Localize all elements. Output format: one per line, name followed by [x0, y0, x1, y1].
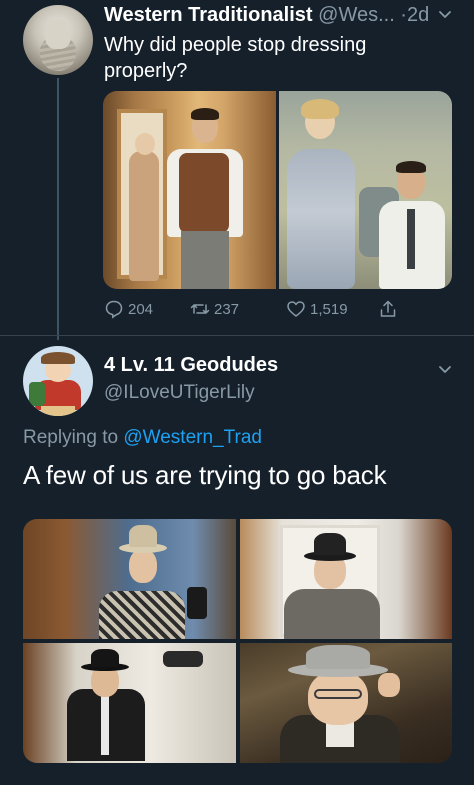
tweet-text: Why did people stop dressing properly? [104, 34, 367, 82]
man-tie [407, 209, 415, 269]
display-name[interactable]: Western Traditionalist [104, 4, 313, 26]
replying-to: Replying to @Western_Trad [23, 427, 262, 449]
mention-link[interactable]: @Western_Trad [123, 427, 262, 448]
reply-button[interactable]: 204 [104, 296, 153, 322]
share-button[interactable] [378, 296, 398, 322]
reply-tweet: 4 Lv. 11 Geodudes @ILoveUTigerLily Reply… [0, 335, 474, 785]
glasses [313, 689, 362, 699]
avatar[interactable] [23, 5, 93, 75]
tweet-media[interactable] [103, 91, 452, 289]
hand [377, 673, 400, 697]
handle-time[interactable]: @Wes... ·2d [318, 4, 429, 26]
woman-head [135, 133, 155, 155]
original-tweet: Western Traditionalist @Wes... ·2d Why d… [0, 0, 474, 340]
replying-prefix: Replying to [23, 427, 124, 448]
chevron-down-icon[interactable] [438, 363, 452, 377]
fedora-crown [305, 645, 370, 669]
tweet-text: A few of us are trying to go back [23, 460, 387, 490]
avatar-legs [41, 406, 75, 416]
display-name[interactable]: 4 Lv. 11 Geodudes [104, 354, 278, 377]
man-hair [396, 161, 426, 173]
chevron-down-icon[interactable] [438, 8, 452, 22]
woman-hair [301, 99, 339, 119]
reply-icon [105, 300, 123, 319]
jacket [99, 591, 185, 639]
reply-count: 204 [128, 300, 154, 318]
share-icon [380, 300, 396, 317]
head [129, 549, 157, 583]
media-photo[interactable] [239, 643, 452, 763]
avatar-face [45, 19, 71, 49]
media-photo[interactable] [103, 91, 276, 289]
thread-connector [57, 78, 59, 340]
tweet-actions: 204 237 1,519 [104, 296, 404, 322]
man-hair [191, 108, 219, 120]
avatar-hat [41, 352, 75, 364]
tie [101, 695, 109, 755]
man-trousers [181, 231, 229, 289]
fedora-crown [313, 533, 346, 555]
retweet-icon [190, 304, 210, 314]
fedora-crown [129, 525, 157, 547]
man-vest [179, 153, 229, 233]
jacket [283, 589, 380, 639]
woman-figure [129, 151, 159, 281]
handle[interactable]: @ILoveUTigerLily [104, 382, 255, 404]
like-button[interactable]: 1,519 [286, 296, 348, 322]
avatar[interactable] [23, 346, 93, 416]
media-photo[interactable] [239, 519, 452, 639]
retweet-button[interactable]: 237 [190, 296, 239, 322]
fedora-crown [91, 649, 119, 667]
phone [187, 587, 207, 619]
woman-dress [287, 149, 355, 289]
security-camera [163, 651, 203, 667]
like-icon [287, 301, 305, 317]
tweet-media[interactable] [23, 519, 452, 763]
like-count: 1,519 [310, 300, 348, 318]
avatar-backpack [29, 382, 45, 406]
tweet-header: Western Traditionalist @Wes... ·2d [104, 4, 429, 27]
media-photo[interactable] [23, 519, 236, 639]
retweet-count: 237 [214, 300, 240, 318]
media-photo[interactable] [23, 643, 236, 763]
media-photo[interactable] [279, 91, 452, 289]
